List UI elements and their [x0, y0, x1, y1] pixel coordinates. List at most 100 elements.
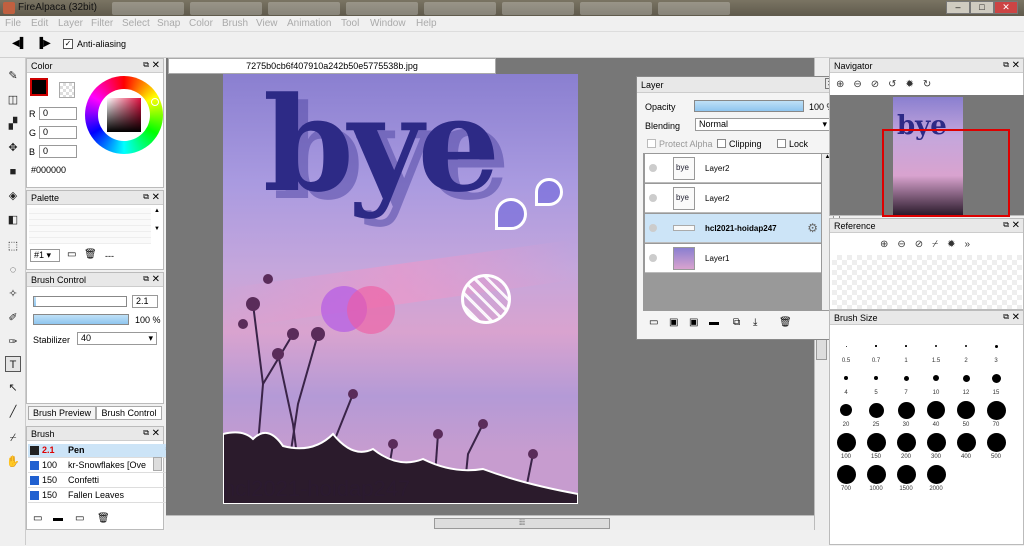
brush-size-dot[interactable]	[986, 432, 1006, 452]
brush-size-dot[interactable]	[896, 464, 916, 484]
layer-row-selected[interactable]: hcl2021-hoidap247 ⚙	[645, 214, 821, 243]
brush-size-dot[interactable]	[896, 432, 916, 452]
taskbar-tab[interactable]	[658, 2, 730, 15]
add-palette-icon[interactable]: ▭	[67, 249, 76, 260]
trash-icon[interactable]: 🗑	[97, 513, 110, 524]
close-button[interactable]: ✕	[994, 1, 1018, 14]
float-icon[interactable]: ⧉	[143, 192, 149, 202]
duplicate-icon[interactable]: ▭	[75, 513, 84, 524]
hue-wheel[interactable]	[85, 76, 163, 154]
menu-color[interactable]: Color	[189, 18, 213, 29]
menu-view[interactable]: View	[256, 18, 278, 29]
close-icon[interactable]: ✕	[152, 274, 160, 285]
hand-icon[interactable]: ✋	[5, 454, 21, 470]
next-frame-icon[interactable]: ▐▶	[36, 38, 51, 49]
eraser-icon[interactable]: ◫	[5, 92, 21, 108]
lasso-icon[interactable]: ◌	[5, 262, 21, 278]
dot-icon[interactable]: ▞	[5, 116, 21, 132]
close-icon[interactable]: ✕	[1012, 312, 1020, 323]
divide-icon[interactable]: ╱	[5, 404, 21, 420]
taskbar-tab[interactable]	[580, 2, 652, 15]
brush-size-dot[interactable]	[957, 401, 975, 419]
close-icon[interactable]: ✕	[152, 428, 160, 439]
merge-layer-icon[interactable]: ⤓	[753, 317, 757, 328]
brush-item[interactable]: 150 Fallen Leaves	[28, 489, 175, 503]
float-icon[interactable]: ⧉	[143, 428, 149, 438]
brush-size-dot[interactable]	[927, 401, 945, 419]
float-icon[interactable]: ⧉	[143, 60, 149, 70]
blending-select[interactable]: Normal ▾	[695, 118, 831, 131]
prev-frame-icon[interactable]: ◀▌	[12, 38, 27, 49]
menu-select[interactable]: Select	[122, 18, 150, 29]
taskbar-tab[interactable]	[424, 2, 496, 15]
layer-row[interactable]: Layer1	[645, 244, 821, 273]
brush-size-dot[interactable]	[897, 401, 915, 419]
brush-size-dot[interactable]	[875, 345, 877, 347]
menu-help[interactable]: Help	[416, 18, 437, 29]
bucket-icon[interactable]: ◈	[5, 188, 21, 204]
palette-grid[interactable]	[29, 208, 151, 244]
brush-size-dot[interactable]	[836, 432, 856, 452]
duplicate-layer-icon[interactable]: ⧉	[733, 317, 740, 328]
tab-brush-preview[interactable]: Brush Preview	[28, 406, 96, 420]
brush-size-dot[interactable]	[956, 432, 976, 452]
brush-size-dot[interactable]	[866, 464, 886, 484]
brush-size-dot[interactable]	[994, 344, 998, 348]
g-field[interactable]: 0	[39, 126, 77, 139]
protect-alpha-checkbox[interactable]	[647, 139, 656, 148]
trash-icon[interactable]: 🗑	[779, 317, 792, 328]
primary-color-swatch[interactable]	[30, 78, 48, 96]
brush-size-dot[interactable]	[868, 402, 884, 418]
folder-icon[interactable]: ▬	[709, 317, 719, 328]
reference-area[interactable]	[832, 255, 1022, 309]
saturation-square[interactable]	[107, 98, 141, 132]
close-icon[interactable]: ✕	[152, 60, 160, 71]
eye-icon[interactable]	[649, 164, 657, 172]
brush-size-dot[interactable]	[926, 464, 946, 484]
operation-icon[interactable]: ↖	[5, 380, 21, 396]
brush-size-dot[interactable]	[903, 375, 909, 381]
brush-size-dot[interactable]	[836, 464, 856, 484]
brush-size-dot[interactable]	[964, 344, 968, 348]
eye-icon[interactable]	[649, 254, 657, 262]
maximize-button[interactable]: □	[970, 1, 994, 14]
eye-icon[interactable]	[649, 224, 657, 232]
lock-checkbox[interactable]	[777, 139, 786, 148]
brush-size-dot[interactable]	[905, 345, 907, 347]
brush-size-dot[interactable]	[991, 373, 1001, 383]
close-icon[interactable]: ✕	[1012, 60, 1020, 71]
float-icon[interactable]: ⧉	[1003, 220, 1009, 230]
eyedropper-icon[interactable]: ⌿	[5, 430, 21, 446]
brush-size-dot[interactable]	[866, 432, 886, 452]
menu-edit[interactable]: Edit	[31, 18, 48, 29]
brush-size-dot[interactable]	[935, 345, 937, 347]
tab-brush-control[interactable]: Brush Control	[96, 406, 162, 420]
float-icon[interactable]: ⧉	[1003, 312, 1009, 322]
clipping-checkbox[interactable]	[717, 139, 726, 148]
reference-controls[interactable]: ⊕⊖⊘⌿✹»	[880, 239, 979, 250]
text-icon[interactable]: T	[5, 356, 21, 372]
navigator-viewport[interactable]	[882, 129, 1010, 217]
taskbar-tab[interactable]	[112, 2, 184, 15]
taskbar-tab[interactable]	[346, 2, 418, 15]
menu-tool[interactable]: Tool	[341, 18, 359, 29]
menu-layer[interactable]: Layer	[58, 18, 83, 29]
layer-row[interactable]: bye Layer2	[645, 184, 821, 213]
select-pen-icon[interactable]: ✐	[5, 310, 21, 326]
menu-file[interactable]: File	[5, 18, 21, 29]
pen-icon[interactable]: ✎	[5, 68, 21, 84]
scroll-thumb[interactable]: ⁞⁞⁞	[434, 518, 610, 529]
layer-row[interactable]: bye Layer2	[645, 154, 821, 183]
brush-scrollbar[interactable]	[153, 457, 162, 471]
r-field[interactable]: 0	[39, 107, 77, 120]
close-icon[interactable]: ✕	[1012, 220, 1020, 231]
document-tab[interactable]: 7275b0cb6f407910a242b50e5775538b.jpg	[168, 58, 496, 74]
move-icon[interactable]: ✥	[5, 140, 21, 156]
minimize-button[interactable]: –	[946, 1, 970, 14]
brush-size-dot[interactable]	[840, 404, 852, 416]
float-icon[interactable]: ⧉	[1003, 60, 1009, 70]
artwork-canvas[interactable]: bye hcl2021-hoidap247	[223, 74, 578, 504]
brush-size-dot[interactable]	[933, 375, 939, 381]
brush-size-field[interactable]: 2.1	[132, 295, 158, 308]
select-eraser-icon[interactable]: ✑	[5, 334, 21, 350]
